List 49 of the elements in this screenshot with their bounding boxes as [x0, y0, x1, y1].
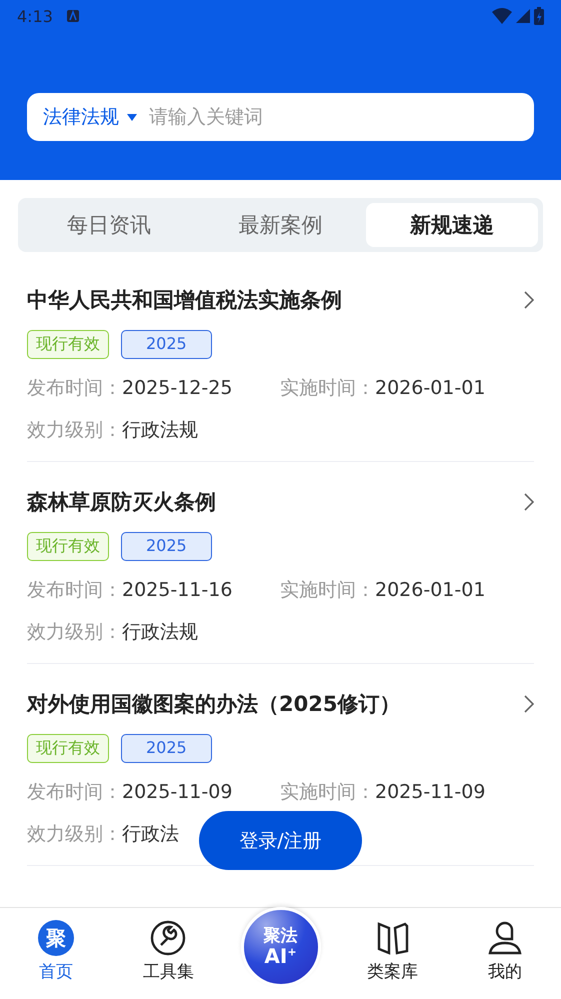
regulation-title[interactable]: 对外使用国徽图案的办法（2025修订） [27, 690, 400, 718]
publish-date: 2025-11-16 [122, 579, 232, 601]
chevron-right-icon[interactable] [524, 695, 534, 713]
status-time: 4:13 [17, 6, 53, 26]
effective-date: 2025-11-09 [375, 781, 486, 803]
effective-label: 实施时间： [280, 578, 375, 603]
nav-item[interactable]: 类案库 [336, 920, 449, 983]
nav-item[interactable]: 我的 [448, 920, 561, 983]
status-tag: 现行有效 [27, 734, 109, 763]
publish-label: 发布时间： [27, 376, 122, 401]
caret-icon [127, 114, 137, 120]
level-value: 行政法规 [122, 418, 198, 443]
regulation-title[interactable]: 中华人民共和国增值税法实施条例 [27, 286, 342, 314]
publish-date: 2025-12-25 [122, 377, 232, 399]
status-tag: 现行有效 [27, 532, 109, 561]
signal-icon [516, 9, 530, 23]
level-label: 效力级别： [27, 620, 122, 645]
wrench-icon [150, 920, 186, 956]
year-tag: 2025 [121, 330, 212, 359]
wifi-icon [492, 8, 512, 24]
tab[interactable]: 最新案例 [194, 203, 366, 247]
level-label: 效力级别： [27, 822, 122, 847]
nav-item[interactable]: 工具集 [112, 920, 224, 983]
chevron-right-icon[interactable] [524, 493, 534, 511]
publish-date: 2025-11-09 [122, 781, 232, 803]
notification-icon [66, 10, 79, 22]
level-value: 行政法规 [122, 620, 198, 645]
tab[interactable]: 每日资讯 [23, 203, 195, 247]
chevron-right-icon[interactable] [524, 291, 534, 309]
search-field[interactable]: 法律法规 请输入关键词 [27, 93, 534, 141]
category-dropdown[interactable]: 法律法规 [43, 104, 137, 130]
nav-item[interactable]: 聚 首页 [0, 920, 112, 983]
effective-label: 实施时间： [280, 376, 375, 401]
publish-label: 发布时间： [27, 578, 122, 603]
level-value: 行政法 [122, 822, 179, 847]
year-tag: 2025 [121, 734, 212, 763]
level-label: 效力级别： [27, 418, 122, 443]
tab[interactable]: 新规速递 [366, 203, 538, 247]
effective-date: 2026-01-01 [375, 377, 486, 399]
user-icon [486, 920, 523, 956]
year-tag: 2025 [121, 532, 212, 561]
home-icon: 聚 [38, 920, 74, 956]
effective-date: 2026-01-01 [375, 579, 486, 601]
login-button[interactable]: 登录/注册 [199, 811, 362, 870]
battery-icon [534, 7, 544, 25]
status-tag: 现行有效 [27, 330, 109, 359]
regulation-title[interactable]: 森林草原防灭火条例 [27, 488, 216, 516]
effective-label: 实施时间： [280, 780, 375, 805]
publish-label: 发布时间： [27, 780, 122, 805]
